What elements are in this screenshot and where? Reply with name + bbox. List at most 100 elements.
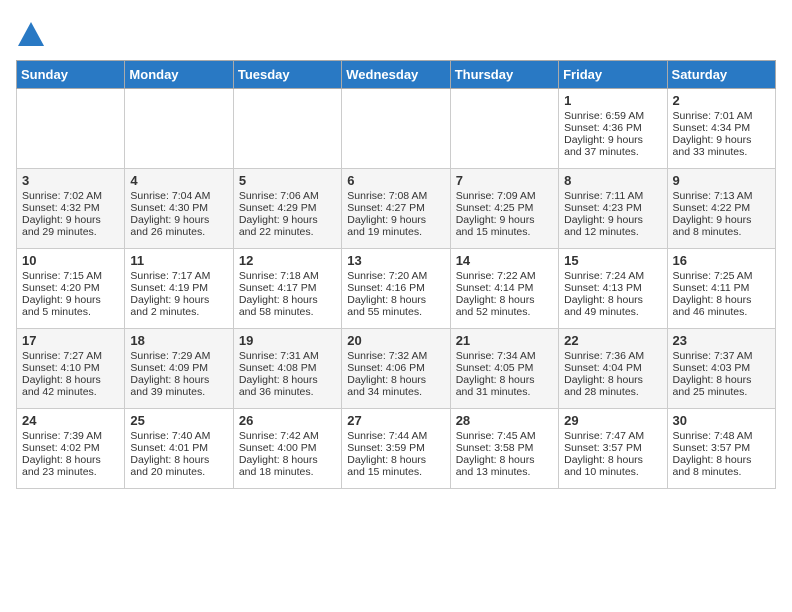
daylight: Daylight: 8 hours and 15 minutes. <box>347 454 426 478</box>
calendar-cell: 9Sunrise: 7:13 AMSunset: 4:22 PMDaylight… <box>667 169 775 249</box>
day-number: 23 <box>673 333 770 348</box>
daylight: Daylight: 8 hours and 10 minutes. <box>564 454 643 478</box>
sunrise: Sunrise: 7:24 AM <box>564 270 644 282</box>
day-number: 21 <box>456 333 553 348</box>
day-number: 25 <box>130 413 227 428</box>
calendar-cell: 25 Sunrise: 7:40 AMSunset: 4:01 PMDayligh… <box>125 409 233 489</box>
logo-icon <box>16 20 46 50</box>
calendar-cell: 12Sunrise: 7:18 AMSunset: 4:17 PMDayligh… <box>233 249 341 329</box>
day-number: 13 <box>347 253 444 268</box>
sunset: Sunset: 4:34 PM <box>673 122 751 134</box>
sunset: Sunset: 4:14 PM <box>456 282 534 294</box>
sunset: Sunset: 4:00 PM <box>239 442 317 454</box>
daylight: Daylight: 8 hours and 28 minutes. <box>564 374 643 398</box>
calendar-cell: 2Sunrise: 7:01 AMSunset: 4:34 PMDaylight… <box>667 89 775 169</box>
calendar-cell: 22Sunrise: 7:36 AMSunset: 4:04 PMDayligh… <box>559 329 667 409</box>
sunset: Sunset: 4:30 PM <box>130 202 208 214</box>
daylight: Daylight: 8 hours and 42 minutes. <box>22 374 101 398</box>
sunset: Sunset: 4:29 PM <box>239 202 317 214</box>
day-number: 29 <box>564 413 661 428</box>
daylight: Daylight: 9 hours and 22 minutes. <box>239 214 318 238</box>
day-number: 22 <box>564 333 661 348</box>
sunrise: Sunrise: 7:45 AM <box>456 430 536 442</box>
day-number: 28 <box>456 413 553 428</box>
daylight: Daylight: 9 hours and 12 minutes. <box>564 214 643 238</box>
calendar-cell <box>125 89 233 169</box>
col-header-wednesday: Wednesday <box>342 61 450 89</box>
daylight: Daylight: 8 hours and 34 minutes. <box>347 374 426 398</box>
logo <box>16 20 50 50</box>
day-number: 7 <box>456 173 553 188</box>
sunset: Sunset: 4:01 PM <box>130 442 208 454</box>
daylight: Daylight: 8 hours and 31 minutes. <box>456 374 535 398</box>
sunrise: Sunrise: 7:11 AM <box>564 190 643 202</box>
calendar-cell: 30Sunrise: 7:48 AMSunset: 3:57 PMDayligh… <box>667 409 775 489</box>
day-number: 24 <box>22 413 119 428</box>
sunrise: Sunrise: 7:09 AM <box>456 190 536 202</box>
sunset: Sunset: 4:32 PM <box>22 202 100 214</box>
calendar-cell: 15Sunrise: 7:24 AMSunset: 4:13 PMDayligh… <box>559 249 667 329</box>
sunset: Sunset: 4:27 PM <box>347 202 425 214</box>
daylight: Daylight: 9 hours and 26 minutes. <box>130 214 209 238</box>
sunrise: Sunrise: 7:34 AM <box>456 350 536 362</box>
day-number: 6 <box>347 173 444 188</box>
calendar-cell <box>17 89 125 169</box>
sunset: Sunset: 4:17 PM <box>239 282 317 294</box>
calendar-cell: 21Sunrise: 7:34 AMSunset: 4:05 PMDayligh… <box>450 329 558 409</box>
sunrise: Sunrise: 7:40 AM <box>130 430 210 442</box>
sunset: Sunset: 3:59 PM <box>347 442 425 454</box>
daylight: Daylight: 9 hours and 5 minutes. <box>22 294 101 318</box>
sunrise: Sunrise: 7:15 AM <box>22 270 102 282</box>
week-row-2: 3Sunrise: 7:02 AMSunset: 4:32 PMDaylight… <box>17 169 776 249</box>
sunset: Sunset: 4:36 PM <box>564 122 642 134</box>
calendar-cell: 20Sunrise: 7:32 AMSunset: 4:06 PMDayligh… <box>342 329 450 409</box>
daylight: Daylight: 8 hours and 36 minutes. <box>239 374 318 398</box>
sunset: Sunset: 4:08 PM <box>239 362 317 374</box>
col-header-tuesday: Tuesday <box>233 61 341 89</box>
daylight: Daylight: 8 hours and 23 minutes. <box>22 454 101 478</box>
week-row-1: 1Sunrise: 6:59 AMSunset: 4:36 PMDaylight… <box>17 89 776 169</box>
daylight: Daylight: 9 hours and 33 minutes. <box>673 134 752 158</box>
sunset: Sunset: 4:04 PM <box>564 362 642 374</box>
daylight: Daylight: 8 hours and 13 minutes. <box>456 454 535 478</box>
sunrise: Sunrise: 7:13 AM <box>673 190 753 202</box>
sunset: Sunset: 4:10 PM <box>22 362 100 374</box>
sunrise: Sunrise: 7:32 AM <box>347 350 427 362</box>
col-header-saturday: Saturday <box>667 61 775 89</box>
sunrise: Sunrise: 7:31 AM <box>239 350 319 362</box>
sunset: Sunset: 4:19 PM <box>130 282 208 294</box>
day-number: 4 <box>130 173 227 188</box>
day-number: 8 <box>564 173 661 188</box>
daylight: Daylight: 9 hours and 37 minutes. <box>564 134 643 158</box>
col-header-thursday: Thursday <box>450 61 558 89</box>
calendar-cell: 18Sunrise: 7:29 AMSunset: 4:09 PMDayligh… <box>125 329 233 409</box>
daylight: Daylight: 8 hours and 8 minutes. <box>673 454 752 478</box>
day-number: 11 <box>130 253 227 268</box>
week-row-4: 17Sunrise: 7:27 AMSunset: 4:10 PMDayligh… <box>17 329 776 409</box>
sunrise: Sunrise: 7:20 AM <box>347 270 427 282</box>
calendar-cell: 1Sunrise: 6:59 AMSunset: 4:36 PMDaylight… <box>559 89 667 169</box>
col-header-monday: Monday <box>125 61 233 89</box>
day-number: 17 <box>22 333 119 348</box>
header <box>16 16 776 50</box>
calendar-cell <box>342 89 450 169</box>
daylight: Daylight: 8 hours and 20 minutes. <box>130 454 209 478</box>
day-number: 10 <box>22 253 119 268</box>
sunset: Sunset: 4:25 PM <box>456 202 534 214</box>
sunrise: Sunrise: 7:42 AM <box>239 430 319 442</box>
daylight: Daylight: 8 hours and 55 minutes. <box>347 294 426 318</box>
calendar-cell: 5Sunrise: 7:06 AMSunset: 4:29 PMDaylight… <box>233 169 341 249</box>
sunset: Sunset: 3:57 PM <box>673 442 751 454</box>
sunrise: Sunrise: 7:18 AM <box>239 270 319 282</box>
daylight: Daylight: 9 hours and 15 minutes. <box>456 214 535 238</box>
sunrise: Sunrise: 7:02 AM <box>22 190 102 202</box>
sunrise: Sunrise: 7:37 AM <box>673 350 753 362</box>
calendar-cell <box>450 89 558 169</box>
week-row-5: 24Sunrise: 7:39 AMSunset: 4:02 PMDayligh… <box>17 409 776 489</box>
daylight: Daylight: 8 hours and 18 minutes. <box>239 454 318 478</box>
daylight: Daylight: 8 hours and 49 minutes. <box>564 294 643 318</box>
calendar-cell: 16Sunrise: 7:25 AMSunset: 4:11 PMDayligh… <box>667 249 775 329</box>
sunset: Sunset: 4:11 PM <box>673 282 750 294</box>
day-number: 20 <box>347 333 444 348</box>
col-header-friday: Friday <box>559 61 667 89</box>
